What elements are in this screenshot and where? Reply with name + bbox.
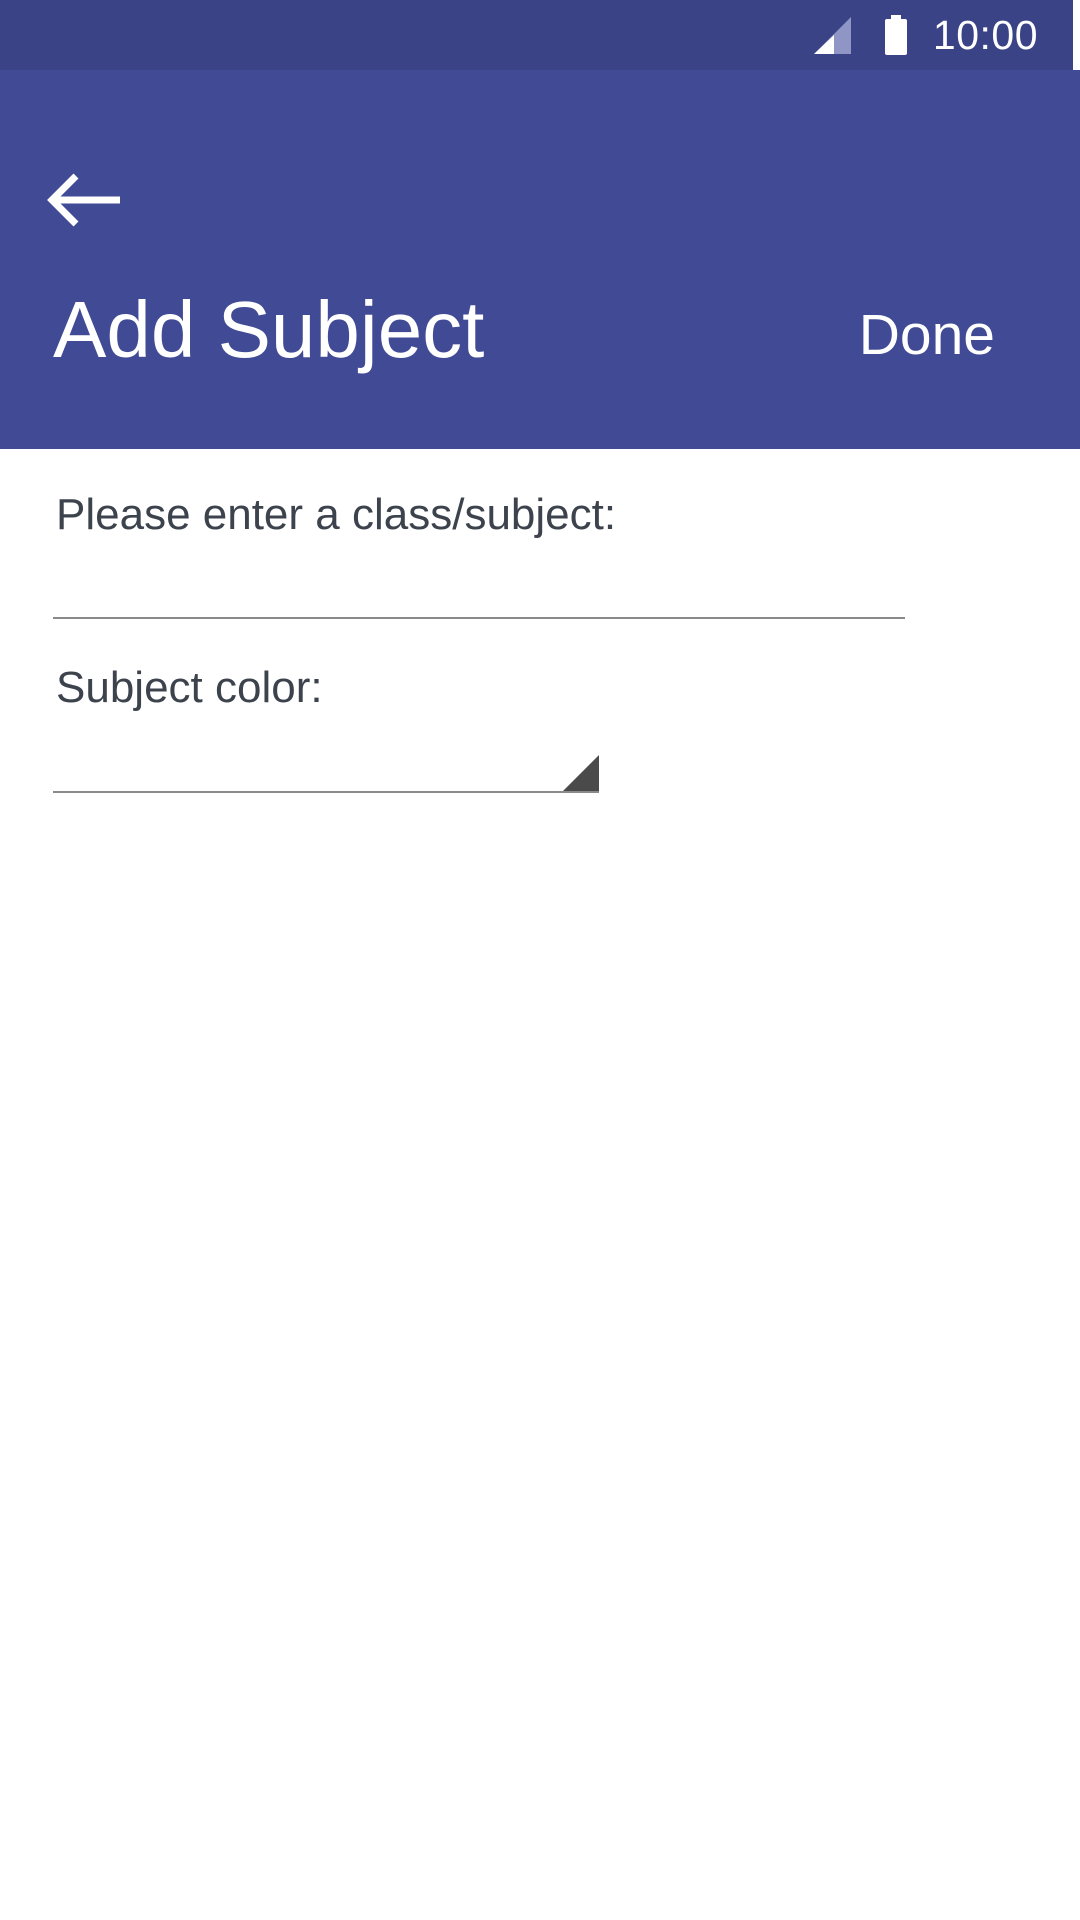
- color-field-label: Subject color:: [56, 663, 323, 712]
- subject-input[interactable]: [53, 549, 905, 619]
- signal-icon: [813, 16, 851, 54]
- dropdown-triangle-icon: [563, 755, 599, 791]
- subject-field-label: Please enter a class/subject:: [56, 490, 617, 539]
- status-time: 10:00: [932, 11, 1038, 58]
- arrow-left-icon: [47, 173, 120, 227]
- status-bar: 10:00: [0, 0, 1073, 70]
- status-indicators: 10:00: [813, 0, 1038, 70]
- done-button[interactable]: Done: [859, 285, 995, 385]
- battery-icon: [884, 15, 907, 55]
- subject-color-dropdown[interactable]: [53, 723, 599, 793]
- page-title: Add Subject: [53, 285, 485, 374]
- add-subject-screen: 10:00 Add Subject Done Please enter a cl…: [0, 0, 1080, 1920]
- back-button[interactable]: [40, 150, 140, 250]
- app-bar: Add Subject Done: [0, 70, 1080, 449]
